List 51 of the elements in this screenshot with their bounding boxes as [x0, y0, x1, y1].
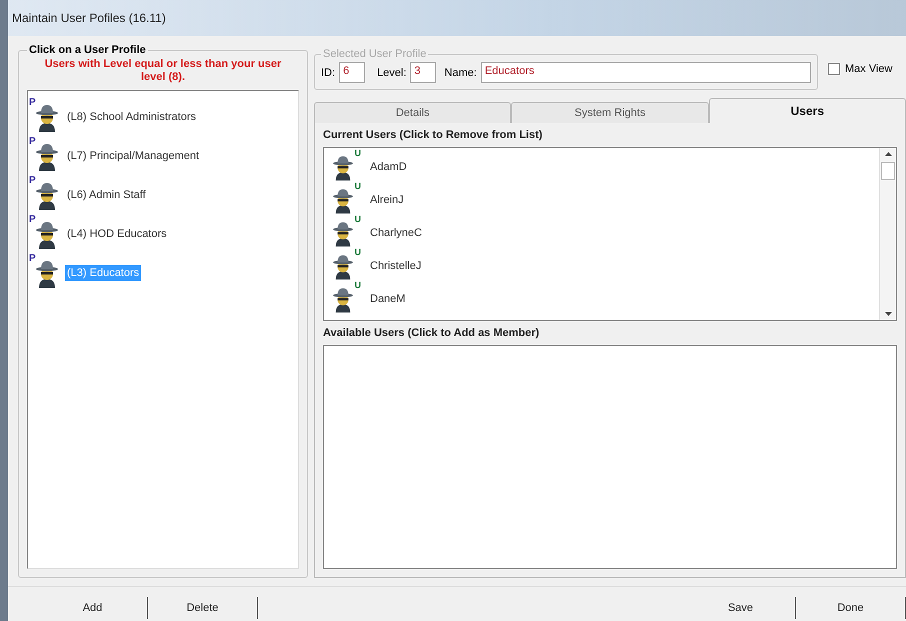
field-label: ID: — [321, 66, 336, 78]
profile-item[interactable]: P (L8) School Administrators — [32, 97, 294, 136]
level-field[interactable]: 3 — [410, 62, 436, 83]
user-name: AlreinJ — [370, 194, 404, 206]
profile-label: (L7) Principal/Management — [66, 148, 200, 164]
badge-letter: P — [29, 136, 36, 146]
section-title: Current Users (Click to Remove from List) — [323, 129, 544, 141]
level-note: Users with Level equal or less than your user level (8). — [44, 57, 282, 85]
scroll-down-arrow-icon[interactable] — [884, 312, 892, 316]
tab[interactable]: Details — [314, 102, 512, 123]
badge-letter: P — [29, 98, 36, 108]
window-title: Maintain User Pofiles (16.11) — [8, 0, 906, 36]
badge-letter: U — [354, 248, 361, 258]
profile-label: (L8) School Administrators — [66, 110, 197, 124]
profile-label: (L6) Admin Staff — [66, 188, 147, 202]
scroll-up-arrow-icon[interactable] — [884, 152, 892, 156]
group-title: Selected User Profile — [322, 48, 428, 60]
id-field[interactable]: 6 — [339, 62, 366, 83]
tab[interactable]: Users — [708, 98, 906, 123]
badge-letter: U — [354, 149, 361, 158]
checkbox[interactable] — [828, 63, 840, 75]
user-item[interactable]: U ChristelleJ — [328, 249, 875, 282]
profile-item[interactable]: P (L6) Admin Staff — [32, 175, 294, 214]
profile-label: (L3) Educators — [65, 264, 142, 280]
checkbox-label: Max View — [845, 63, 892, 75]
user-item[interactable]: U AdamD — [328, 150, 875, 183]
user-name: CharlyneC — [370, 226, 422, 238]
badge-letter: P — [29, 254, 36, 264]
user-name: DaneM — [370, 292, 406, 304]
name-field[interactable]: Educators — [480, 62, 811, 83]
profile-item[interactable]: P (L7) Principal/Management — [32, 136, 294, 175]
badge-letter: U — [354, 182, 361, 192]
badge-letter: U — [354, 281, 361, 290]
scrollbar-thumb[interactable] — [881, 162, 895, 180]
user-item[interactable]: U AlreinJ — [328, 183, 875, 216]
user-item[interactable]: U CharlyneC — [328, 216, 875, 249]
user-name: ChristelleJ — [370, 260, 422, 272]
field-label: Level: — [377, 66, 406, 78]
badge-letter: U — [354, 215, 361, 224]
profile-item[interactable]: P (L3) Educators — [32, 253, 294, 292]
badge-letter: P — [29, 176, 36, 186]
profile-label: (L4) HOD Educators — [66, 226, 168, 242]
user-item[interactable]: U DaneM — [328, 282, 875, 315]
section-title: Available Users (Click to Add as Member) — [323, 327, 540, 339]
field-label: Name: — [444, 66, 477, 78]
tab[interactable]: System Rights — [511, 102, 709, 123]
badge-letter: P — [29, 214, 36, 224]
user-name: AdamD — [370, 160, 407, 172]
scrollbar[interactable] — [879, 148, 896, 320]
group-title: Click on a User Profile — [28, 44, 147, 56]
profile-item[interactable]: P (L4) HOD Educators — [32, 214, 294, 253]
